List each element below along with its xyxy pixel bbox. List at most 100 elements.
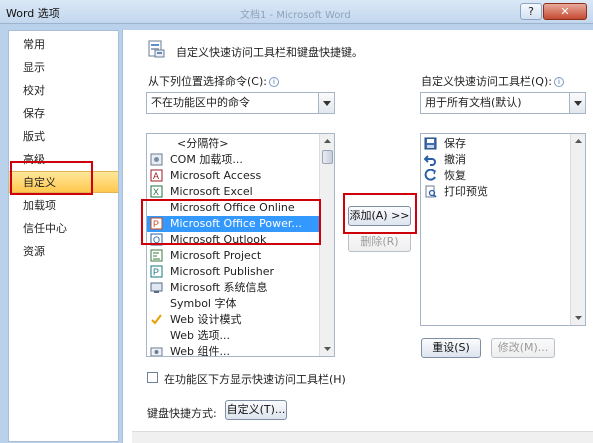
scroll-down-icon[interactable]: [573, 312, 584, 323]
list-item[interactable]: X Microsoft Excel: [147, 184, 320, 200]
save-icon: [424, 137, 437, 150]
title-bar: Word 选项 文档1 - Microsoft Word ? ✕: [0, 0, 593, 24]
quick-access-toolbar-icon: [148, 40, 165, 58]
publisher-icon: P: [150, 265, 163, 278]
excel-icon: X: [150, 185, 163, 198]
command-source-dropdown[interactable]: 不在功能区中的命令: [146, 92, 335, 114]
chevron-down-icon[interactable]: [318, 93, 334, 113]
show-below-ribbon-label: 在功能区下方显示快速访问工具栏(H): [164, 373, 346, 386]
remove-button[interactable]: 删除(R): [348, 232, 411, 252]
sidebar-item-save[interactable]: 保存: [9, 103, 118, 125]
sidebar-item-popular[interactable]: 常用: [9, 34, 118, 56]
command-label: Microsoft Office Online: [170, 201, 295, 214]
svg-text:O: O: [153, 235, 160, 245]
help-icon: ?: [528, 5, 534, 18]
command-label: Microsoft Outlook: [170, 233, 267, 246]
panel-horizontal-scrollbar[interactable]: [132, 431, 593, 443]
toolbar-scope-dropdown[interactable]: 用于所有文档(默认): [420, 92, 586, 114]
reset-button[interactable]: 重设(S): [421, 338, 481, 358]
list-item[interactable]: Web 选项...: [147, 328, 320, 344]
sidebar-item-resources[interactable]: 资源: [9, 241, 118, 263]
page-title: 自定义快速访问工具栏和键盘快捷键。: [176, 46, 363, 59]
help-button[interactable]: ?: [520, 3, 542, 20]
list-item-selected[interactable]: P Microsoft Office Power...: [147, 216, 320, 232]
list-item[interactable]: 撤消: [421, 152, 571, 168]
toolbar-item-label: 恢复: [444, 169, 466, 182]
list-item[interactable]: P Microsoft Publisher: [147, 264, 320, 280]
list-item[interactable]: Microsoft 系统信息: [147, 280, 320, 296]
scroll-thumb[interactable]: [322, 150, 333, 164]
project-icon: [150, 249, 163, 262]
command-label: Microsoft Office Power...: [170, 217, 302, 230]
system-info-icon: [150, 282, 163, 293]
sidebar-item-proofing[interactable]: 校对: [9, 80, 118, 102]
close-button[interactable]: ✕: [543, 3, 587, 20]
scroll-up-icon[interactable]: [322, 136, 333, 147]
checkmark-icon: [151, 314, 162, 325]
command-label: Web 组件...: [170, 345, 230, 357]
sidebar-item-display[interactable]: 显示: [9, 57, 118, 79]
access-icon: A: [150, 169, 163, 182]
svg-text:P: P: [153, 219, 159, 229]
list-item[interactable]: Web 设计模式: [147, 312, 320, 328]
sidebar-item-trust-center[interactable]: 信任中心: [9, 218, 118, 240]
undo-icon: [424, 155, 436, 166]
command-label: Microsoft 系统信息: [170, 281, 268, 294]
add-button[interactable]: 添加(A) >>: [348, 206, 411, 226]
list-item[interactable]: Web 组件...: [147, 344, 320, 357]
command-label: Web 选项...: [170, 329, 230, 342]
command-label: Microsoft Publisher: [170, 265, 275, 278]
svg-text:X: X: [153, 187, 159, 197]
com-addin-icon: [150, 153, 163, 166]
sidebar-item-customize[interactable]: 自定义: [9, 171, 118, 193]
list-item[interactable]: O Microsoft Outlook: [147, 232, 320, 248]
print-preview-icon: [425, 185, 437, 198]
toolbar-items-list[interactable]: 保存 撤消 恢复 打印预览: [420, 133, 586, 326]
info-icon: i: [268, 77, 279, 87]
sidebar-item-layout[interactable]: 版式: [9, 126, 118, 148]
redo-icon: [424, 169, 436, 181]
command-label: Microsoft Excel: [170, 185, 253, 198]
scroll-up-icon[interactable]: [573, 136, 584, 147]
list-item[interactable]: COM 加载项...: [147, 152, 320, 168]
command-label: COM 加载项...: [170, 153, 243, 166]
command-label: <分隔符>: [177, 137, 229, 150]
list-item[interactable]: 打印预览: [421, 184, 571, 200]
toolbar-scope-value: 用于所有文档(默认): [425, 96, 522, 109]
web-component-icon: [150, 347, 163, 356]
command-source-value: 不在功能区中的命令: [151, 96, 250, 109]
command-label: Microsoft Access: [170, 169, 262, 182]
svg-text:P: P: [153, 267, 159, 277]
keyboard-shortcuts-label: 键盘快捷方式:: [147, 407, 217, 420]
commands-scrollbar[interactable]: [319, 134, 334, 356]
modify-button[interactable]: 修改(M)...: [491, 338, 555, 358]
sidebar-item-advanced[interactable]: 高级: [9, 149, 118, 171]
background-window-title: 文档1 - Microsoft Word: [240, 10, 351, 21]
powerpoint-icon: P: [150, 217, 163, 230]
list-item[interactable]: Symbol 字体: [147, 296, 320, 312]
toolbar-item-label: 保存: [444, 137, 466, 150]
sidebar-item-addins[interactable]: 加载项: [9, 195, 118, 217]
list-item[interactable]: 恢复: [421, 168, 571, 184]
customize-shortcuts-button[interactable]: 自定义(T)...: [225, 400, 287, 420]
choose-commands-label: 从下列位置选择命令(C):: [148, 75, 267, 88]
list-item[interactable]: <分隔符>: [147, 136, 320, 152]
command-label: Web 设计模式: [170, 313, 242, 326]
toolbar-items-scrollbar[interactable]: [570, 134, 585, 325]
list-item[interactable]: Microsoft Office Online: [147, 200, 320, 216]
svg-text:A: A: [153, 171, 159, 181]
outlook-icon: O: [150, 233, 163, 246]
list-item[interactable]: 保存: [421, 136, 571, 152]
window-title: Word 选项: [6, 7, 60, 20]
commands-list[interactable]: <分隔符> COM 加载项... A Microsoft Access X Mi…: [146, 133, 335, 357]
list-item[interactable]: Microsoft Project: [147, 248, 320, 264]
scroll-down-icon[interactable]: [322, 343, 333, 354]
right-list-label: 自定义快速访问工具栏(Q): i: [421, 73, 564, 89]
show-below-ribbon-checkbox[interactable]: [147, 372, 158, 383]
options-sidebar: 常用 显示 校对 保存 版式 高级 自定义 加载项 信任中心 资源: [8, 30, 119, 442]
left-list-label: 从下列位置选择命令(C): i: [148, 73, 279, 89]
info-icon: i: [553, 77, 564, 87]
list-item[interactable]: A Microsoft Access: [147, 168, 320, 184]
chevron-down-icon[interactable]: [569, 93, 585, 113]
close-icon: ✕: [560, 5, 570, 18]
